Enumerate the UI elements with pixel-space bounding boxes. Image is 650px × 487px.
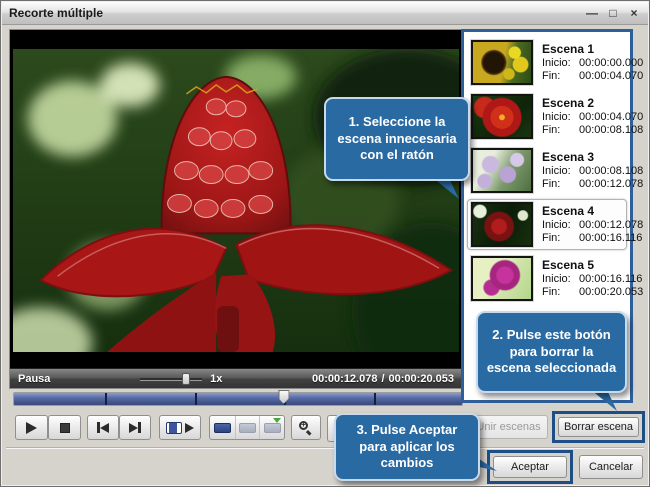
scene-list-item[interactable]: Escena 2 Inicio:00:00:04.070 Fin:00:00:0…	[467, 91, 627, 142]
scene-list-item[interactable]: Escena 3 Inicio:00:00:08.108 Fin:00:00:1…	[467, 145, 627, 196]
previous-frame-button[interactable]	[87, 415, 119, 440]
scene-title: Escena 2	[542, 96, 643, 110]
scene-end-time: 00:00:20.053	[579, 286, 643, 299]
playback-statusbar: Pausa 1x 00:00:12.078 / 00:00:20.053	[10, 368, 462, 388]
scene-end-label: Fin:	[542, 286, 579, 299]
callout-step-2: 2. Pulse este botón para borrar la escen…	[476, 311, 627, 393]
scene-list-item[interactable]: Escena 4 Inicio:00:00:12.078 Fin:00:00:1…	[467, 199, 627, 250]
close-button[interactable]: ×	[627, 6, 641, 20]
dialog-recorte-multiple: Recorte múltiple — □ ×	[0, 0, 650, 487]
scene-title: Escena 3	[542, 150, 643, 164]
aceptar-button[interactable]: Aceptar	[493, 456, 567, 478]
stop-button[interactable]	[48, 415, 81, 440]
timeline-slider[interactable]	[13, 392, 463, 406]
zoom-button[interactable]: +	[291, 415, 321, 440]
scene-start-time: 00:00:16.116	[579, 273, 643, 286]
minimize-button[interactable]: —	[585, 6, 599, 20]
aceptar-highlight: Aceptar	[487, 450, 573, 484]
window-title: Recorte múltiple	[9, 6, 103, 20]
scene-end-label: Fin:	[542, 124, 579, 137]
scene-start-label: Inicio:	[542, 219, 579, 232]
borrar-escena-button[interactable]: Borrar escena	[558, 417, 639, 437]
scene-end-time: 00:00:16.116	[579, 232, 643, 245]
video-player: Pausa 1x 00:00:12.078 / 00:00:20.053	[9, 29, 463, 389]
total-time: 00:00:20.053	[389, 373, 454, 385]
callout-step-1-text: 1. Seleccione la escena innecesaria con …	[334, 114, 460, 165]
timeline-scene-marker	[105, 393, 107, 405]
timeline-handle[interactable]	[278, 390, 289, 404]
speed-slider-track	[140, 378, 202, 381]
scene-title: Escena 1	[542, 42, 643, 56]
scene-title: Escena 5	[542, 258, 643, 272]
callout-step-2-text: 2. Pulse este botón para borrar la escen…	[486, 327, 617, 378]
scene-start-time: 00:00:04.070	[579, 111, 643, 124]
trim-start-button[interactable]	[210, 416, 235, 439]
borrar-escena-highlight: Borrar escena	[552, 411, 645, 443]
split-scene-button[interactable]	[259, 416, 284, 439]
play-icon	[26, 422, 37, 434]
unir-escenas-button[interactable]: Unir escenas	[469, 415, 548, 439]
video-preview-torch-ginger	[13, 49, 459, 352]
foxglove-thumbnail	[471, 148, 533, 193]
callout-step-1: 1. Seleccione la escena innecesaria con …	[324, 97, 470, 181]
speed-slider-handle[interactable]	[182, 373, 190, 385]
scene-end-time: 00:00:12.078	[579, 178, 643, 191]
frame-step-button[interactable]	[159, 415, 201, 440]
trim-end-icon	[239, 423, 256, 433]
sunflower-thumbnail	[471, 40, 533, 85]
time-separator: /	[381, 373, 384, 385]
scene-start-time: 00:00:00.000	[579, 57, 643, 70]
footer-divider	[6, 447, 644, 449]
video-screen	[11, 31, 461, 368]
speed-value: 1x	[210, 373, 222, 385]
maximize-button[interactable]: □	[606, 6, 620, 20]
trim-end-button[interactable]	[235, 416, 260, 439]
scene-title: Escena 4	[542, 204, 643, 218]
time-display: 00:00:12.078 / 00:00:20.053	[312, 373, 454, 385]
cancelar-button[interactable]: Cancelar	[579, 455, 643, 479]
scene-start-time: 00:00:08.108	[579, 165, 643, 178]
trim-start-icon	[214, 423, 231, 433]
scene-end-label: Fin:	[542, 70, 579, 83]
current-time: 00:00:12.078	[312, 373, 377, 385]
stop-icon	[60, 423, 70, 433]
scene-end-time: 00:00:04.070	[579, 70, 643, 83]
scene-start-label: Inicio:	[542, 165, 579, 178]
split-scene-icon	[264, 423, 281, 433]
scene-start-label: Inicio:	[542, 111, 579, 124]
trim-tools-group	[209, 415, 285, 440]
torch-ginger-thumbnail	[471, 202, 533, 247]
video-frame-flower-illustration	[13, 49, 459, 352]
scene-end-label: Fin:	[542, 232, 579, 245]
timeline-scene-marker	[374, 393, 376, 405]
callout-step-3: 3. Pulse Aceptar para aplicar los cambio…	[334, 413, 480, 481]
scene-end-label: Fin:	[542, 178, 579, 191]
scene-list: Escena 1 Inicio:00:00:00.000 Fin:00:00:0…	[467, 37, 627, 304]
playback-status: Pausa	[18, 373, 50, 385]
speed-slider[interactable]	[140, 372, 202, 386]
timeline-scene-marker	[195, 393, 197, 405]
zoom-in-icon: +	[299, 421, 313, 435]
scene-start-time: 00:00:12.078	[579, 219, 643, 232]
scene-start-label: Inicio:	[542, 273, 579, 286]
scene-list-item[interactable]: Escena 1 Inicio:00:00:00.000 Fin:00:00:0…	[467, 37, 627, 88]
callout-step-3-text: 3. Pulse Aceptar para aplicar los cambio…	[344, 422, 470, 473]
hibiscus-thumbnail	[471, 94, 533, 139]
next-frame-icon	[129, 423, 138, 433]
scene-start-label: Inicio:	[542, 57, 579, 70]
scene-end-time: 00:00:08.108	[579, 124, 643, 137]
play-button[interactable]	[15, 415, 48, 440]
scene-list-item[interactable]: Escena 5 Inicio:00:00:16.116 Fin:00:00:2…	[467, 253, 627, 304]
titlebar[interactable]: Recorte múltiple — □ ×	[2, 2, 648, 25]
frame-step-film-icon	[166, 422, 182, 434]
next-frame-button[interactable]	[119, 415, 151, 440]
orchid-thumbnail	[471, 256, 533, 301]
